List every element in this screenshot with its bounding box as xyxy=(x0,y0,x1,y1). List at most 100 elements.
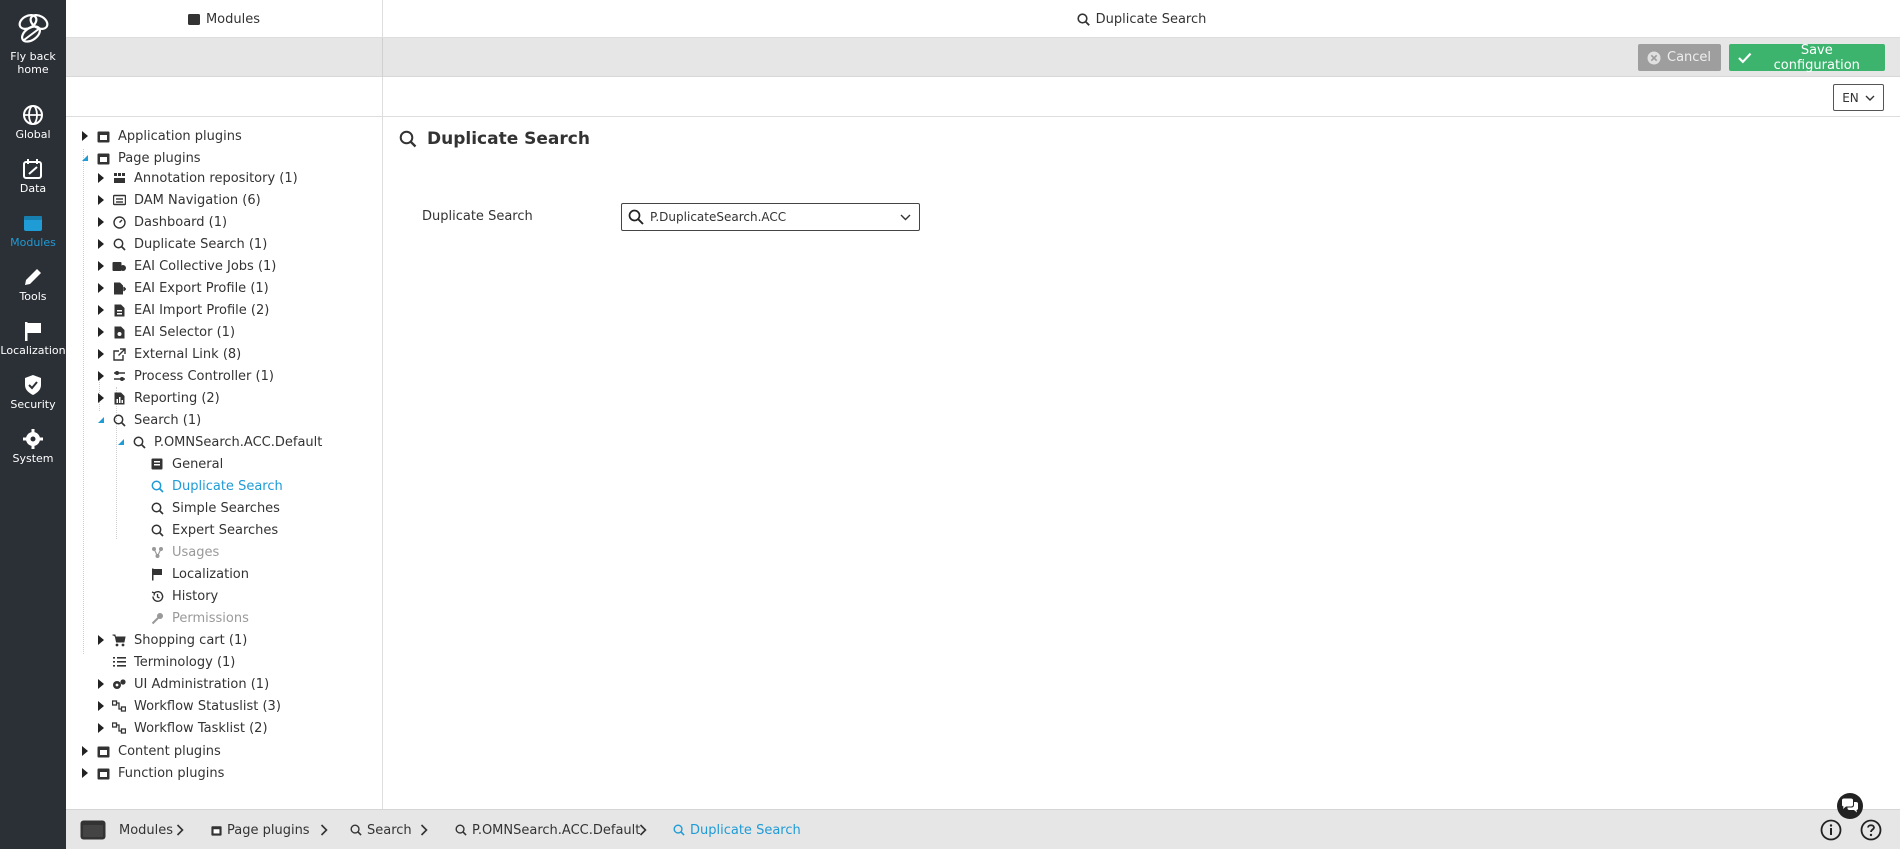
tree-node-search[interactable]: Search (1) xyxy=(96,410,201,430)
search-icon xyxy=(455,824,467,836)
rail-item-security[interactable]: Security xyxy=(0,374,66,411)
tree-node-general[interactable]: General xyxy=(150,454,223,474)
rail-item-global[interactable]: Global xyxy=(0,104,66,141)
node-label: EAI Import Profile (2) xyxy=(134,302,270,318)
node-label: Terminology (1) xyxy=(134,654,236,670)
search-icon xyxy=(132,435,146,449)
tree-node-expert-searches[interactable]: Expert Searches xyxy=(150,520,278,540)
tree-node-duplicate-search[interactable]: Duplicate Search (1) xyxy=(96,234,267,254)
expand-toggle[interactable] xyxy=(96,217,106,227)
modules-icon xyxy=(80,820,106,840)
node-label: EAI Selector (1) xyxy=(134,324,236,340)
modules-icon xyxy=(187,13,200,25)
search-icon xyxy=(399,130,417,148)
topbar-left-label: Modules xyxy=(205,11,261,27)
search-icon xyxy=(628,209,644,225)
tree-node-eai-export-profile[interactable]: EAI Export Profile (1) xyxy=(96,278,269,298)
rail-item-system[interactable]: System xyxy=(0,428,66,465)
node-label: EAI Collective Jobs (1) xyxy=(134,258,277,274)
duplicate-search-select[interactable]: P.DuplicateSearch.ACC xyxy=(621,203,920,231)
node-label: P.OMNSearch.ACC.Default xyxy=(154,434,323,450)
tree-node-page-plugins[interactable]: Page plugins xyxy=(80,148,201,168)
chat-button[interactable] xyxy=(1837,793,1863,819)
expand-toggle[interactable] xyxy=(96,305,106,315)
tree-node-shopping-cart[interactable]: Shopping cart (1) xyxy=(96,630,247,650)
expand-toggle[interactable] xyxy=(96,327,106,337)
expand-toggle[interactable] xyxy=(96,371,106,381)
save-configuration-button[interactable]: Save configuration xyxy=(1729,43,1885,73)
tree-node-usages[interactable]: Usages xyxy=(150,542,219,562)
node-label: Process Controller (1) xyxy=(134,368,274,384)
breadcrumb-page-plugins[interactable]: Page plugins xyxy=(211,810,310,849)
tree-node-function-plugins[interactable]: Function plugins xyxy=(80,763,224,783)
expand-toggle[interactable] xyxy=(80,131,90,141)
tree-node-workflow-tasklist[interactable]: Workflow Tasklist (2) xyxy=(96,718,268,738)
expand-toggle[interactable] xyxy=(96,679,106,689)
expand-toggle[interactable] xyxy=(96,701,106,711)
info-icon[interactable] xyxy=(1820,819,1842,841)
tree-node-terminology[interactable]: Terminology (1) xyxy=(96,652,235,672)
breadcrumb-search[interactable]: Search xyxy=(350,810,412,849)
fly-back-home-button[interactable]: Fly back home xyxy=(0,10,66,76)
node-label: EAI Export Profile (1) xyxy=(134,280,269,296)
tree-node-duplicate-search-selected[interactable]: Duplicate Search xyxy=(150,476,283,496)
node-label: Duplicate Search (1) xyxy=(134,236,268,252)
tree-node-dashboard[interactable]: Dashboard (1) xyxy=(96,212,227,232)
tree-node-omnsearch-default[interactable]: P.OMNSearch.ACC.Default xyxy=(116,432,322,452)
search-icon xyxy=(673,824,685,836)
tree-node-history[interactable]: History xyxy=(150,586,218,606)
shield-icon xyxy=(25,375,41,395)
tree-node-workflow-statuslist[interactable]: Workflow Statuslist (3) xyxy=(96,696,281,716)
cancel-button[interactable]: Cancel xyxy=(1638,44,1721,71)
tree-node-annotation-repository[interactable]: Annotation repository (1) xyxy=(96,168,298,188)
expand-toggle[interactable] xyxy=(96,723,106,733)
rail-item-modules[interactable]: Modules xyxy=(0,212,66,249)
expand-toggle[interactable] xyxy=(96,239,106,249)
expand-toggle[interactable] xyxy=(80,746,90,756)
tree-node-external-link[interactable]: External Link (8) xyxy=(96,344,241,364)
chevron-right-icon xyxy=(639,824,647,836)
tree-node-simple-searches[interactable]: Simple Searches xyxy=(150,498,280,518)
globe-icon xyxy=(23,105,43,125)
expand-toggle[interactable] xyxy=(96,635,106,645)
tree-node-process-controller[interactable]: Process Controller (1) xyxy=(96,366,274,386)
tree-node-permissions[interactable]: Permissions xyxy=(150,608,249,628)
expand-toggle[interactable] xyxy=(96,349,106,359)
expand-toggle[interactable] xyxy=(96,393,106,403)
expand-toggle[interactable] xyxy=(96,173,106,183)
export-icon xyxy=(112,281,126,295)
rail-item-localization[interactable]: Localization xyxy=(0,320,66,357)
tree-node-application-plugins[interactable]: Application plugins xyxy=(80,126,242,146)
tree-node-localization[interactable]: Localization xyxy=(150,564,249,584)
rail-label-global: Global xyxy=(15,128,51,141)
gears-icon xyxy=(112,677,126,691)
tree-node-ui-administration[interactable]: UI Administration (1) xyxy=(96,674,269,694)
language-bar: EN xyxy=(66,77,1900,117)
tree-node-eai-selector[interactable]: EAI Selector (1) xyxy=(96,322,235,342)
search-icon xyxy=(150,523,164,537)
tree-node-content-plugins[interactable]: Content plugins xyxy=(80,741,221,761)
collapse-toggle[interactable] xyxy=(96,417,106,423)
help-icon[interactable] xyxy=(1860,819,1882,841)
tree-node-eai-collective-jobs[interactable]: EAI Collective Jobs (1) xyxy=(96,256,276,276)
tree-node-dam-navigation[interactable]: DAM Navigation (6) xyxy=(96,190,261,210)
plugin-folder-icon xyxy=(96,766,110,780)
collapse-toggle[interactable] xyxy=(116,439,126,445)
language-select[interactable]: EN xyxy=(1833,84,1884,111)
rail-item-data[interactable]: Data xyxy=(0,158,66,195)
tree-node-reporting[interactable]: Reporting (2) xyxy=(96,388,220,408)
expand-toggle[interactable] xyxy=(96,261,106,271)
expand-toggle[interactable] xyxy=(96,283,106,293)
chevron-down-icon xyxy=(1865,95,1875,101)
breadcrumb-duplicate-search[interactable]: Duplicate Search xyxy=(673,810,801,849)
tree-node-eai-import-profile[interactable]: EAI Import Profile (2) xyxy=(96,300,269,320)
breadcrumb-label: Search xyxy=(367,822,412,838)
collapse-toggle[interactable] xyxy=(80,155,90,161)
external-link-icon xyxy=(112,347,126,361)
breadcrumb-modules[interactable]: Modules xyxy=(80,810,173,849)
expand-toggle[interactable] xyxy=(96,195,106,205)
breadcrumb-omnsearch-default[interactable]: P.OMNSearch.ACC.Default xyxy=(455,810,640,849)
rail-item-tools[interactable]: Tools xyxy=(0,266,66,303)
expand-toggle[interactable] xyxy=(80,768,90,778)
node-label: Application plugins xyxy=(118,128,242,144)
